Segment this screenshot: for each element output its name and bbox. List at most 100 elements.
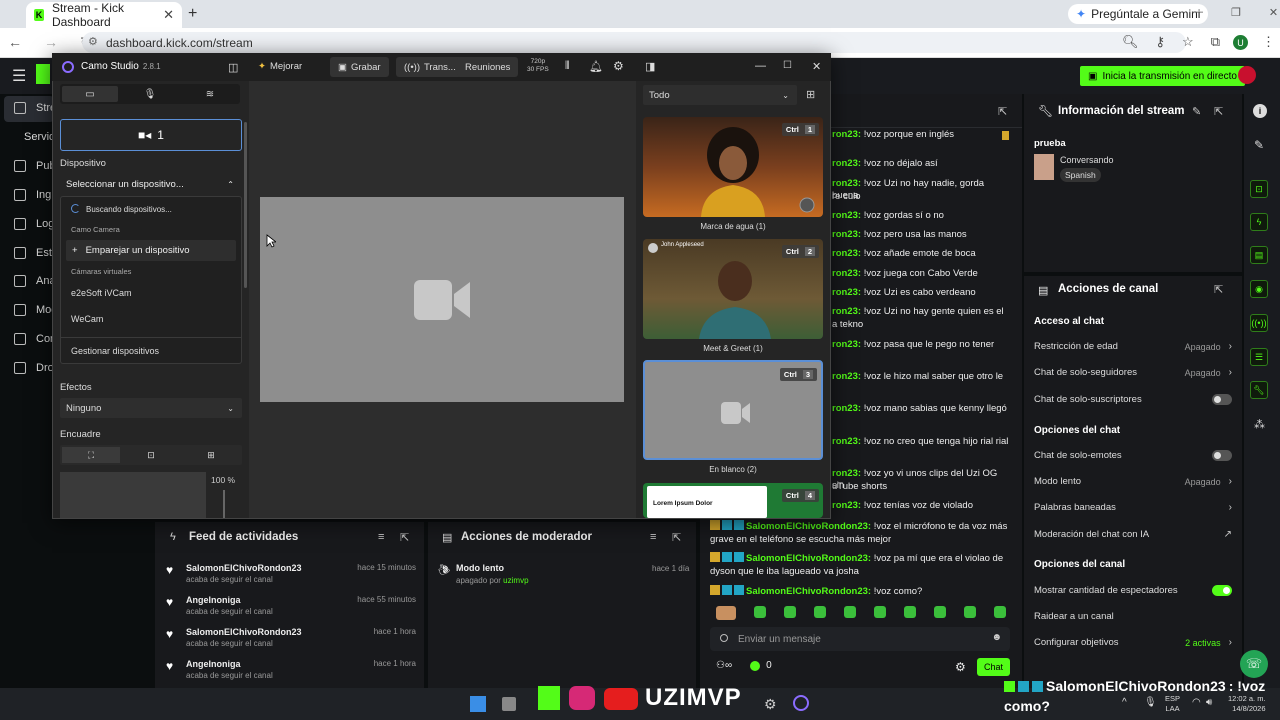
- filter-icon[interactable]: ≡: [378, 531, 384, 543]
- emote-icon[interactable]: [814, 606, 826, 618]
- rail-doc-icon[interactable]: ▤: [1250, 246, 1268, 264]
- popout-chat-icon[interactable]: ⇱: [998, 105, 1007, 118]
- rail-chat-icon[interactable]: ◉: [1250, 280, 1268, 298]
- tray-mic-icon[interactable]: 🎙︎: [1144, 697, 1157, 708]
- hamburger-icon[interactable]: ☰: [12, 66, 26, 86]
- camo-minimize-icon[interactable]: —: [755, 60, 766, 72]
- rail-bolt-icon[interactable]: ϟ: [1250, 213, 1268, 231]
- emote-icon[interactable]: [934, 606, 946, 618]
- ivcam-option[interactable]: e2eSoft iVCam: [71, 288, 132, 298]
- extensions-icon[interactable]: ⧉: [1211, 34, 1220, 50]
- rail-group-icon[interactable]: ⁂: [1254, 418, 1265, 431]
- framing-auto-icon[interactable]: ⛶: [62, 447, 120, 463]
- key-icon[interactable]: ⚷: [1156, 34, 1166, 50]
- windows-start-icon[interactable]: [470, 696, 486, 712]
- volume-icon[interactable]: 🔊︎: [1206, 697, 1212, 708]
- sidebar-item-moderation[interactable]: Mod: [14, 304, 57, 316]
- emoji-icon[interactable]: ☻: [991, 632, 1002, 643]
- rail-broadcast-icon[interactable]: ((•)): [1250, 314, 1268, 332]
- popout-icon[interactable]: ⇱: [1214, 105, 1223, 118]
- upgrade-button[interactable]: ✦ Mejorar: [258, 61, 302, 72]
- slow-mode-row[interactable]: Modo lento Apagado ›: [1034, 476, 1232, 487]
- subs-only-toggle[interactable]: [1212, 394, 1232, 405]
- kick-user-avatar[interactable]: [1238, 66, 1256, 84]
- chat-input[interactable]: Enviar un mensaje ☻: [710, 627, 1010, 651]
- popout-icon[interactable]: ⇱: [1214, 283, 1223, 296]
- tab-audio-icon[interactable]: 🎙︎: [122, 86, 178, 102]
- new-tab-button[interactable]: +: [188, 5, 197, 23]
- transmit-button[interactable]: ((•)) Trans...: [396, 57, 464, 77]
- restore-icon[interactable]: ❐: [1231, 6, 1241, 19]
- rail-wrench-icon[interactable]: 🔧︎: [1250, 381, 1268, 399]
- meetings-button[interactable]: Reuniones: [457, 57, 519, 77]
- resolution-indicator[interactable]: 720p 30 FPS: [527, 58, 549, 74]
- popout-icon[interactable]: ⇱: [672, 531, 681, 544]
- bell-icon[interactable]: 🔔︎: [589, 60, 603, 73]
- panel-toggle-icon[interactable]: ◨: [645, 60, 655, 73]
- taskbar-camo-icon[interactable]: [793, 695, 809, 711]
- banned-words-row[interactable]: Palabras baneadas ›: [1034, 502, 1232, 513]
- go-live-button[interactable]: ▣ Inicia la transmisión en directo: [1080, 66, 1245, 86]
- gemini-button[interactable]: ✦ Pregúntale a Gemini: [1068, 4, 1209, 24]
- scene-tile-meet-greet[interactable]: John Appleseed Ctrl 2: [643, 239, 823, 339]
- tab-layers-icon[interactable]: ≋: [182, 86, 238, 102]
- browser-tab[interactable]: K Stream - Kick Dashboard ✕: [26, 1, 182, 29]
- back-icon[interactable]: ←: [8, 34, 22, 51]
- pair-device-option[interactable]: + Emparejar un dispositivo: [66, 240, 236, 261]
- browser-menu-icon[interactable]: ⋮: [1262, 34, 1275, 50]
- minimize-icon[interactable]: —: [1192, 6, 1203, 19]
- language-indicator[interactable]: ESP LAA: [1165, 694, 1180, 714]
- tray-chevron-icon[interactable]: ^: [1122, 697, 1127, 708]
- framing-center-icon[interactable]: ⊡: [122, 447, 180, 463]
- rail-list-icon[interactable]: ☰: [1250, 348, 1268, 366]
- pencil-icon[interactable]: ✎: [1254, 138, 1264, 152]
- raid-row[interactable]: Raidear a un canal: [1034, 611, 1232, 622]
- kick-logo[interactable]: [36, 64, 50, 84]
- followers-only-row[interactable]: Chat de solo-seguidores Apagado ›: [1034, 367, 1232, 378]
- tab-video-icon[interactable]: ▭: [62, 86, 118, 102]
- profile-avatar[interactable]: U: [1233, 35, 1248, 50]
- tab-close-icon[interactable]: ✕: [163, 7, 174, 23]
- grid-view-icon[interactable]: ⊞: [806, 88, 815, 101]
- emote-icon[interactable]: [784, 606, 796, 618]
- taskbar-settings-icon[interactable]: ⚙: [764, 696, 777, 713]
- camo-maximize-icon[interactable]: ☐: [783, 60, 792, 71]
- effects-select[interactable]: Ninguno ⌄: [60, 398, 242, 418]
- site-info-icon[interactable]: ⚙: [88, 35, 98, 48]
- emote-icon[interactable]: [964, 606, 976, 618]
- show-viewers-toggle[interactable]: [1212, 585, 1232, 596]
- emote-icon[interactable]: [904, 606, 916, 618]
- scene-tile-blank[interactable]: Ctrl 3: [643, 360, 823, 460]
- scene-tile-card[interactable]: Lorem Ipsum Dolor Ctrl 4: [643, 483, 823, 518]
- sidebar-toggle-icon[interactable]: ◫: [228, 61, 238, 74]
- popout-icon[interactable]: ⇱: [400, 531, 409, 544]
- zoom-slider[interactable]: [223, 490, 225, 518]
- forward-icon[interactable]: →: [44, 34, 58, 51]
- clock[interactable]: 12:02 a. m. 14/8/2026: [1228, 694, 1266, 714]
- camo-close-icon[interactable]: ✕: [812, 60, 821, 73]
- emote-icon[interactable]: [874, 606, 886, 618]
- left-scrollbar[interactable]: [244, 122, 247, 288]
- support-chat-icon[interactable]: ☏: [1240, 650, 1268, 678]
- ai-moderation-row[interactable]: Moderación del chat con IA ↗: [1034, 529, 1232, 540]
- goals-row[interactable]: Configurar objetivos 2 activas ›: [1034, 637, 1232, 648]
- emote-icon[interactable]: [994, 606, 1006, 618]
- framing-fill-icon[interactable]: ⊞: [182, 447, 240, 463]
- task-view-icon[interactable]: [502, 697, 516, 711]
- wecam-option[interactable]: WeCam: [71, 314, 103, 324]
- chat-tools-icon[interactable]: ⚇∞: [716, 660, 732, 671]
- emotes-only-toggle[interactable]: [1212, 450, 1232, 461]
- sidebar-item-server[interactable]: Servid: [24, 131, 55, 143]
- device-select[interactable]: Seleccionar un dispositivo... ⌃: [60, 174, 242, 194]
- info-icon[interactable]: i: [1253, 104, 1267, 118]
- edit-icon[interactable]: ✎: [1192, 105, 1201, 118]
- wifi-icon[interactable]: ◠: [1192, 697, 1201, 708]
- scenes-filter-select[interactable]: Todo ⌄: [643, 85, 797, 105]
- layout-icon[interactable]: ⫴: [565, 60, 570, 73]
- chat-send-button[interactable]: Chat: [977, 658, 1010, 676]
- filter-icon[interactable]: ≡: [650, 531, 656, 543]
- emote-icon[interactable]: [754, 606, 766, 618]
- settings-gear-icon[interactable]: ⚙: [613, 59, 624, 73]
- chat-settings-icon[interactable]: ⚙: [955, 660, 966, 674]
- emote-icon[interactable]: [716, 606, 736, 620]
